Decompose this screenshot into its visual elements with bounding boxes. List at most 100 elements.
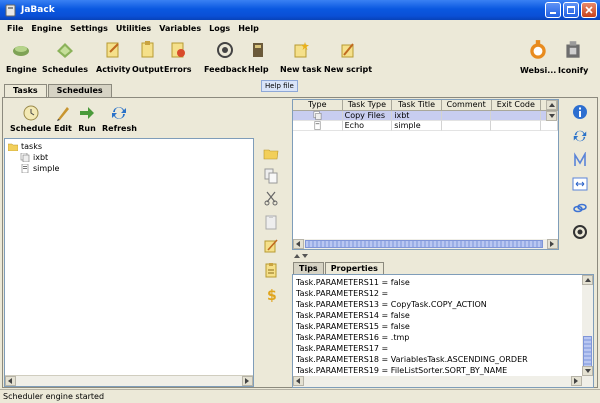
col-type[interactable]: Type xyxy=(293,100,343,110)
scroll-down-button[interactable] xyxy=(546,111,557,121)
schedule-button[interactable]: Schedule xyxy=(10,104,51,133)
col-exit-code[interactable]: Exit Code xyxy=(492,100,542,110)
menu-logs[interactable]: Logs xyxy=(205,24,234,33)
menu-file[interactable]: File xyxy=(3,24,27,33)
collapse-up-arrow-icon[interactable] xyxy=(294,254,300,258)
cell-exit-code xyxy=(491,121,542,131)
target-icon[interactable] xyxy=(572,224,588,240)
col-task-title[interactable]: Task Title xyxy=(392,100,442,110)
col-comment[interactable]: Comment xyxy=(442,100,492,110)
tree-node-ixbt[interactable]: ixbt xyxy=(20,152,250,163)
jaback-app-icon xyxy=(5,4,16,16)
menu-variables[interactable]: Variables xyxy=(155,24,205,33)
schedules-label: Schedules xyxy=(42,65,88,74)
refresh-icon[interactable] xyxy=(572,128,588,144)
dollar-variable-icon[interactable]: $ xyxy=(263,286,279,302)
open-folder-icon[interactable] xyxy=(263,146,279,162)
panel-splitter[interactable] xyxy=(292,252,592,260)
scroll-left-button[interactable] xyxy=(293,376,304,386)
property-line: Task.PARAMETERS12 = xyxy=(296,289,389,298)
website-label: Websi... xyxy=(520,66,557,75)
table-row[interactable]: Echo simple xyxy=(293,121,558,131)
edit-label: Edit xyxy=(54,124,72,133)
website-button[interactable]: Websi... xyxy=(520,39,556,75)
sort-icon[interactable] xyxy=(572,152,588,168)
property-line: Task.PARAMETERS11 = false xyxy=(296,278,410,287)
iconify-button[interactable]: Iconify xyxy=(558,39,588,75)
run-button[interactable]: Run xyxy=(78,104,96,133)
menu-utilities[interactable]: Utilities xyxy=(112,24,155,33)
clipboard-task-icon[interactable] xyxy=(263,262,279,278)
main-tabs: Tasks Schedules xyxy=(4,84,113,98)
output-button[interactable]: Output xyxy=(132,40,164,74)
minimize-icon xyxy=(550,12,556,14)
engine-button[interactable]: Engine xyxy=(6,40,37,74)
tab-tasks[interactable]: Tasks xyxy=(4,84,47,98)
tab-properties[interactable]: Properties xyxy=(324,262,384,274)
iconify-label: Iconify xyxy=(558,66,589,75)
activity-button[interactable]: Activity xyxy=(96,40,131,74)
tree-node-simple[interactable]: simple xyxy=(20,163,250,174)
scroll-up-button[interactable] xyxy=(546,100,557,110)
scroll-right-button[interactable] xyxy=(571,376,582,386)
cell-l xyxy=(541,121,558,131)
new-task-label: New task xyxy=(280,65,322,74)
new-task-icon xyxy=(294,42,309,58)
run-label: Run xyxy=(78,124,96,133)
new-script-button[interactable]: New script xyxy=(324,40,372,74)
cell-task-title: ixbt xyxy=(392,111,442,121)
close-button[interactable] xyxy=(581,2,597,18)
table-row[interactable]: Copy Files ixbt xyxy=(293,111,558,121)
scroll-right-button[interactable] xyxy=(547,239,558,249)
feedback-label: Feedback xyxy=(204,65,247,74)
info-icon[interactable] xyxy=(572,104,588,120)
scroll-down-button[interactable] xyxy=(582,366,593,376)
errors-icon xyxy=(171,42,185,58)
property-line: Task.PARAMETERS16 = .tmp xyxy=(296,333,410,342)
scroll-right-button[interactable] xyxy=(242,376,253,386)
menu-engine[interactable]: Engine xyxy=(27,24,66,33)
help-button[interactable]: Help xyxy=(248,40,269,74)
collapse-down-arrow-icon[interactable] xyxy=(302,254,308,258)
tree-node-root[interactable]: tasks xyxy=(8,141,250,152)
task-tree[interactable]: tasks ixbt simple xyxy=(4,138,254,387)
edit-task-icon[interactable] xyxy=(263,238,279,254)
refresh-button[interactable]: Refresh xyxy=(102,104,137,133)
property-line: Task.PARAMETERS18 = VariablesTask.ASCEND… xyxy=(296,355,528,364)
cut-scissors-icon[interactable] xyxy=(263,190,279,206)
activity-label: Activity xyxy=(96,65,131,74)
scroll-left-button[interactable] xyxy=(5,376,16,386)
copy-icon[interactable] xyxy=(263,168,279,184)
properties-vertical-scrollbar[interactable] xyxy=(582,275,593,387)
bottom-tabs: Tips Properties xyxy=(293,262,385,274)
output-label: Output xyxy=(132,65,164,74)
feedback-button[interactable]: Feedback xyxy=(204,40,247,74)
maximize-button[interactable] xyxy=(563,2,579,18)
refresh-label: Refresh xyxy=(102,124,137,133)
new-script-icon xyxy=(341,43,354,58)
menu-settings[interactable]: Settings xyxy=(66,24,112,33)
errors-button[interactable]: Errors xyxy=(164,40,192,74)
tab-schedules[interactable]: Schedules xyxy=(47,84,112,97)
folder-open-icon xyxy=(8,143,18,151)
col-task-type[interactable]: Task Type xyxy=(343,100,393,110)
title-bar: JaBack xyxy=(0,0,600,20)
tree-horizontal-scrollbar[interactable] xyxy=(5,375,253,386)
scroll-thumb[interactable] xyxy=(305,240,543,248)
close-icon xyxy=(585,6,593,14)
edit-button[interactable]: Edit xyxy=(54,104,72,133)
link-icon[interactable] xyxy=(572,200,588,216)
schedules-button[interactable]: Schedules xyxy=(42,40,88,74)
paste-icon[interactable] xyxy=(263,214,279,230)
menu-help[interactable]: Help xyxy=(234,24,263,33)
tab-tips[interactable]: Tips xyxy=(293,262,324,274)
scroll-left-button[interactable] xyxy=(293,239,304,249)
resize-columns-icon[interactable] xyxy=(572,176,588,192)
table-horizontal-scrollbar[interactable] xyxy=(293,239,558,249)
properties-horizontal-scrollbar[interactable] xyxy=(293,376,593,387)
minimize-button[interactable] xyxy=(545,2,561,18)
scroll-up-button[interactable] xyxy=(582,275,593,285)
run-arrow-icon xyxy=(80,107,94,119)
new-task-button[interactable]: New task xyxy=(280,40,322,74)
activity-icon xyxy=(106,42,119,58)
